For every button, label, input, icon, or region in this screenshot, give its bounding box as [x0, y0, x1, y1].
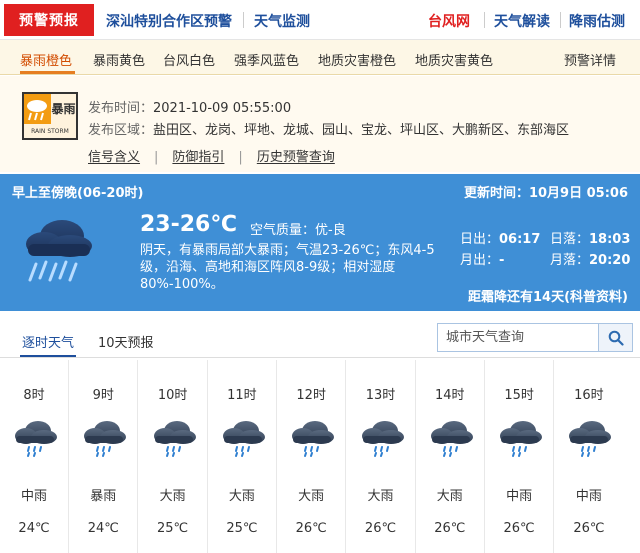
warning-links: 信号含义 | 防御指引 | 历史预警查询: [88, 150, 335, 165]
condition-label: 大雨: [367, 489, 394, 504]
hourly-item: 8时中雨 24℃: [0, 360, 69, 553]
rain-cloud-icon: [292, 421, 335, 457]
active-tab-underline: [20, 71, 75, 74]
nav-separator: [560, 12, 561, 28]
forecast-period: 早上至傍晚(06-20时): [12, 186, 144, 201]
heavy-rain-icon: [26, 220, 92, 282]
sunrise: 日出：06:17: [460, 232, 541, 247]
active-tab-underline: [20, 355, 76, 357]
frost-countdown-link[interactable]: 距霜降还有14天(科普资料): [468, 286, 628, 305]
history-warning-link[interactable]: 历史预警查询: [257, 150, 335, 165]
hour-label: 14时: [435, 388, 465, 403]
hourly-item: 14时大雨 26℃: [416, 360, 485, 553]
tab-geo-yellow[interactable]: 地质灾害黄色: [415, 50, 493, 69]
sunset: 日落：18:03: [550, 232, 631, 247]
hourly-item: 9时暴雨 24℃: [69, 360, 139, 553]
hourly-item: 12时大雨 26℃: [277, 360, 347, 553]
hour-label: 16时: [574, 388, 604, 403]
temperature-label: 24℃: [18, 521, 50, 536]
rain-cloud-icon: [84, 421, 127, 457]
temperature-label: 25℃: [226, 521, 258, 536]
top-nav: 预警预报 深汕特别合作区预警 天气监测 台风网 天气解读 降雨估测: [0, 0, 640, 40]
rain-cloud-icon: [222, 421, 265, 457]
nav-shenshan-warning[interactable]: 深汕特别合作区预警: [106, 11, 232, 31]
search-button[interactable]: [598, 324, 632, 351]
defense-guide-link[interactable]: 防御指引: [172, 150, 224, 165]
signal-meaning-link[interactable]: 信号含义: [88, 150, 140, 165]
hourly-item: 13时大雨 26℃: [347, 360, 416, 553]
hourly-item: 16时中雨 26℃: [554, 360, 623, 553]
hour-label: 11时: [227, 388, 257, 403]
air-quality: 空气质量：优-良: [250, 223, 346, 238]
hour-label: 10时: [157, 388, 188, 403]
hourly-item: 10时大雨 25℃: [139, 360, 208, 553]
rainstorm-warning-icon: 暴雨 RAIN STORM: [22, 92, 78, 140]
nav-typhoon[interactable]: 台风网: [428, 11, 470, 31]
rain-cloud-icon: [430, 421, 473, 457]
tab-typhoon-white[interactable]: 台风白色: [163, 50, 215, 69]
tab-rainstorm-yellow[interactable]: 暴雨黄色: [93, 50, 145, 69]
nav-separator: [243, 12, 244, 28]
temperature-range: 23-26℃: [140, 212, 238, 237]
update-time: 更新时间：10月9日 05:06: [463, 186, 628, 201]
city-search: [437, 323, 633, 352]
hourly-item: 11时大雨 25℃: [208, 360, 277, 553]
temperature-label: 26℃: [573, 521, 605, 536]
moonset: 月落：20:20: [550, 253, 631, 268]
temperature-label: 25℃: [157, 521, 189, 536]
search-icon: [608, 330, 624, 346]
tab-geo-orange[interactable]: 地质灾害橙色: [318, 50, 396, 69]
nav-weather-monitor[interactable]: 天气监测: [254, 11, 310, 31]
rain-cloud-icon: [500, 421, 543, 457]
weather-panel: 早上至傍晚(06-20时) 更新时间：10月9日 05:06 23-26℃ 空气…: [0, 174, 640, 311]
hourly-forecast: 8时 中雨 24℃ 9时 暴雨 24℃ 10时 大雨 25℃ 11时 大雨 25℃ 12时 大雨 26℃ 13…: [0, 360, 640, 553]
condition-label: 暴雨: [90, 489, 117, 504]
cloud-rain-icon: [27, 100, 47, 121]
forecast-warning-badge[interactable]: 预警预报: [4, 4, 94, 36]
hour-label: 13时: [365, 388, 396, 403]
temperature-label: 26℃: [295, 521, 327, 536]
warning-details-link[interactable]: 预警详情: [564, 50, 616, 69]
hour-label: 8时: [23, 388, 45, 403]
tab-10day[interactable]: 10天预报: [98, 332, 154, 351]
moonrise: 月出：-: [460, 253, 505, 268]
condition-label: 中雨: [20, 489, 47, 504]
hour-label: 12时: [296, 388, 326, 403]
warning-icon-subtext: RAIN STORM: [24, 124, 76, 138]
tab-hourly[interactable]: 逐时天气: [22, 332, 74, 351]
publish-time: 发布时间：2021-10-09 05:55:00: [88, 101, 292, 116]
rain-cloud-icon: [361, 421, 404, 457]
city-search-input[interactable]: [438, 324, 598, 351]
tab-monsoon-blue[interactable]: 强季风蓝色: [234, 50, 299, 69]
warning-icon-text: 暴雨: [51, 94, 76, 124]
rain-cloud-icon: [153, 421, 196, 457]
publish-area: 发布区域：盐田区、龙岗、坪地、龙城、园山、宝龙、坪山区、大鹏新区、东部海区: [88, 123, 570, 138]
hour-label: 15时: [504, 388, 534, 403]
rain-cloud-icon: [569, 421, 612, 457]
condition-label: 大雨: [159, 489, 186, 504]
nav-separator: [484, 12, 485, 28]
tab-rainstorm-orange[interactable]: 暴雨橙色: [20, 50, 72, 69]
condition-label: 大雨: [228, 489, 255, 504]
rain-cloud-icon: [15, 421, 57, 457]
condition-label: 大雨: [298, 489, 325, 504]
nav-weather-analysis[interactable]: 天气解读: [494, 11, 550, 31]
temperature-label: 26℃: [503, 521, 535, 536]
condition-label: 大雨: [436, 489, 463, 504]
condition-label: 中雨: [506, 489, 533, 504]
hourly-item: 15时中雨 26℃: [485, 360, 555, 553]
nav-rain-estimate[interactable]: 降雨估测: [569, 11, 625, 31]
temperature-label: 24℃: [87, 521, 119, 536]
condition-label: 中雨: [575, 489, 602, 504]
temperature-label: 26℃: [364, 521, 397, 536]
hour-label: 9时: [92, 388, 114, 403]
temperature-label: 26℃: [434, 521, 466, 536]
warning-tabs: 暴雨橙色 暴雨黄色 台风白色 强季风蓝色 地质灾害橙色 地质灾害黄色 预警详情: [0, 40, 640, 75]
weather-description: 阴天，有暴雨局部大暴雨；气温23-26℃；东风4-5级，沿海、高地和海区阵风8-…: [140, 243, 435, 292]
